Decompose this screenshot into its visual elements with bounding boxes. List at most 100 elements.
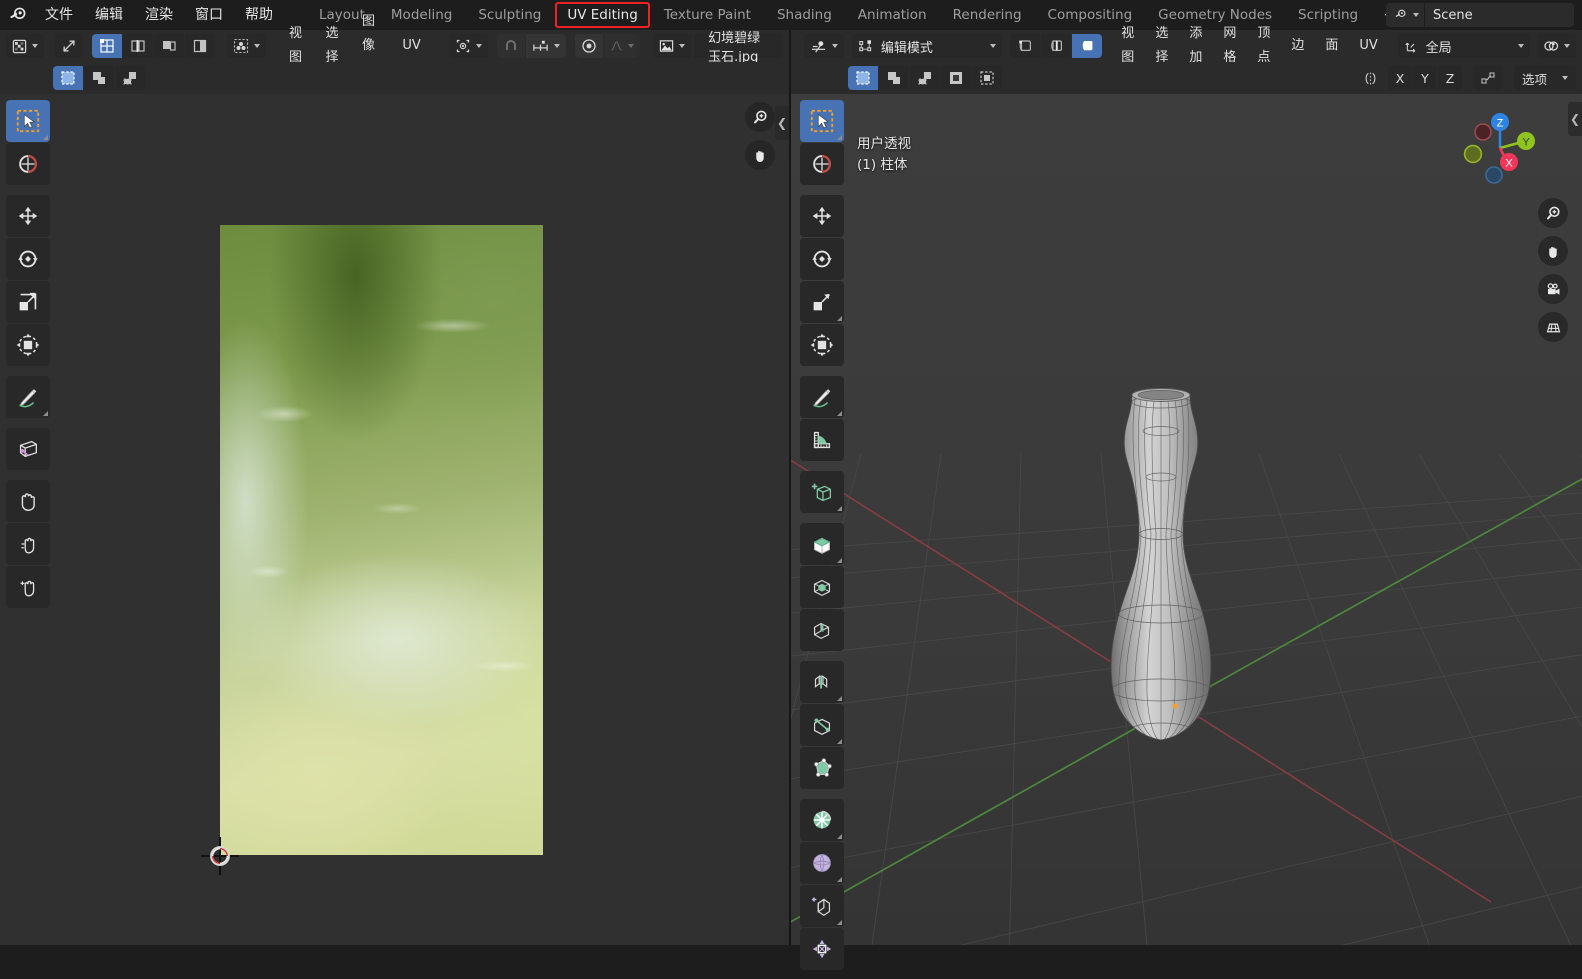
tool-rotate[interactable] xyxy=(800,238,844,280)
menu-file[interactable]: 文件 xyxy=(34,0,84,30)
mesh-select-vertex[interactable] xyxy=(1009,34,1040,58)
tool-edge-slide[interactable] xyxy=(800,885,844,927)
tab-rendering[interactable]: Rendering xyxy=(940,0,1035,30)
uv-sidebar-collapse-arrow[interactable]: ❮ xyxy=(775,106,789,140)
pan-hand-icon[interactable] xyxy=(1538,236,1568,266)
interaction-mode-select[interactable]: 编辑模式 xyxy=(851,34,1002,58)
tool-spin[interactable] xyxy=(800,799,844,841)
snapping-icon[interactable] xyxy=(1536,34,1576,58)
tab-shading[interactable]: Shading xyxy=(764,0,845,30)
uv-menu-uv[interactable]: UV xyxy=(393,34,429,58)
tool-annotate[interactable] xyxy=(800,376,844,418)
mirror-axis-z[interactable]: Z xyxy=(1438,66,1462,90)
uv-canvas[interactable] xyxy=(0,94,789,945)
tool-knife[interactable] xyxy=(800,704,844,746)
mesh-select-face[interactable] xyxy=(1071,34,1102,58)
navigation-gizmo[interactable]: Z Y X xyxy=(1456,104,1540,188)
tool-pinch[interactable] xyxy=(6,566,50,608)
select-box[interactable] xyxy=(848,66,878,90)
tool-transform[interactable] xyxy=(6,324,50,366)
tool-tweak[interactable] xyxy=(800,100,844,142)
tool-add-cube[interactable] xyxy=(800,471,844,513)
snap-group xyxy=(496,34,566,58)
mesh-select-edge[interactable] xyxy=(1040,34,1071,58)
menu-edit[interactable]: 编辑 xyxy=(84,0,134,30)
x-mirror-icon[interactable] xyxy=(1355,66,1385,90)
mirror-axis-x[interactable]: X xyxy=(1388,66,1412,90)
mirror-axis-y[interactable]: Y xyxy=(1413,66,1437,90)
tool-annotate[interactable] xyxy=(6,376,50,418)
menu-help[interactable]: 帮助 xyxy=(234,0,284,30)
proportional-edit-icon[interactable] xyxy=(574,34,603,58)
tool-poly-build[interactable] xyxy=(800,747,844,789)
tool-scale[interactable] xyxy=(800,281,844,323)
viewport-options-button[interactable]: 选项 xyxy=(1514,66,1576,90)
uv-editor-tool-settings xyxy=(0,62,789,94)
tool-grab[interactable] xyxy=(6,480,50,522)
tool-transform[interactable] xyxy=(800,324,844,366)
scene-data-icon[interactable] xyxy=(1386,3,1424,27)
select-invert[interactable] xyxy=(941,66,971,90)
topology-mirror-icon[interactable] xyxy=(1473,66,1503,90)
zoom-icon[interactable] xyxy=(1538,198,1568,228)
pan-hand-icon[interactable] xyxy=(745,140,775,170)
select-extend[interactable] xyxy=(84,66,114,90)
uv-select-edge[interactable] xyxy=(123,34,154,58)
tool-scale[interactable] xyxy=(6,281,50,323)
viewport-3d-canvas[interactable]: 用户透视 (1) 柱体 Z Y X ❮ xyxy=(791,94,1582,945)
tool-rotate[interactable] xyxy=(6,238,50,280)
select-subtract[interactable] xyxy=(910,66,940,90)
toggle-perspective-icon[interactable] xyxy=(1538,312,1568,342)
pivot-point-icon[interactable] xyxy=(448,34,488,58)
select-intersect[interactable] xyxy=(972,66,1002,90)
camera-view-icon[interactable] xyxy=(1538,274,1568,304)
3d-cursor-icon[interactable] xyxy=(1161,748,1195,782)
tool-move[interactable] xyxy=(800,195,844,237)
tool-extrude-region[interactable] xyxy=(800,523,844,565)
snap-magnet-icon[interactable] xyxy=(496,34,525,58)
select-extend[interactable] xyxy=(879,66,909,90)
snap-increment-icon[interactable] xyxy=(525,34,566,58)
tool-bevel[interactable] xyxy=(800,609,844,651)
tool-tweak[interactable] xyxy=(6,100,50,142)
tool-inset-faces[interactable] xyxy=(800,566,844,608)
tab-texture-paint[interactable]: Texture Paint xyxy=(651,0,764,30)
image-browse-icon[interactable] xyxy=(653,34,692,58)
tab-scripting[interactable]: Scripting xyxy=(1285,0,1371,30)
image-name-field[interactable]: 幻境碧绿玉石.jpg xyxy=(694,31,784,65)
menu-window[interactable]: 窗口 xyxy=(184,0,234,30)
tool-rip-region[interactable] xyxy=(6,428,50,470)
uv-select-vertex[interactable] xyxy=(92,34,123,58)
3d-viewport-type-icon[interactable] xyxy=(804,34,845,58)
scene-name-field[interactable]: Scene xyxy=(1424,3,1574,27)
menu-render[interactable]: 渲染 xyxy=(134,0,184,30)
2d-cursor-icon[interactable] xyxy=(201,837,239,875)
tab-sculpting[interactable]: Sculpting xyxy=(465,0,554,30)
uv-sync-selection-icon[interactable] xyxy=(55,34,84,58)
smooth-falloff-icon[interactable] xyxy=(603,34,640,58)
tab-uv-editing[interactable]: UV Editing xyxy=(554,0,650,30)
blender-logo-icon[interactable] xyxy=(0,0,34,30)
select-subtract[interactable] xyxy=(115,66,145,90)
zoom-icon[interactable] xyxy=(745,102,775,132)
uv-editor-type-icon[interactable] xyxy=(6,34,44,58)
tool-cursor[interactable] xyxy=(800,143,844,185)
uv-select-face[interactable] xyxy=(154,34,185,58)
viewport-sidebar-collapse-arrow[interactable]: ❮ xyxy=(1568,102,1582,136)
tool-smooth[interactable] xyxy=(800,842,844,884)
tab-animation[interactable]: Animation xyxy=(845,0,940,30)
tool-shrink-fatten[interactable] xyxy=(800,928,844,970)
uv-select-island[interactable] xyxy=(185,34,216,58)
select-box[interactable] xyxy=(53,66,83,90)
tool-move[interactable] xyxy=(6,195,50,237)
v3d-menu-face[interactable]: 面 xyxy=(1316,34,1347,58)
tool-relax[interactable] xyxy=(6,523,50,565)
tool-cursor[interactable] xyxy=(6,143,50,185)
sticky-selection-icon[interactable] xyxy=(226,34,266,58)
tab-modeling[interactable]: Modeling xyxy=(378,0,465,30)
tool-measure[interactable] xyxy=(800,419,844,461)
tool-loop-cut[interactable] xyxy=(800,661,844,703)
v3d-menu-edge[interactable]: 边 xyxy=(1282,34,1313,58)
v3d-menu-uv[interactable]: UV xyxy=(1350,34,1386,58)
transform-orientation-select[interactable]: 全局 xyxy=(1397,34,1530,58)
